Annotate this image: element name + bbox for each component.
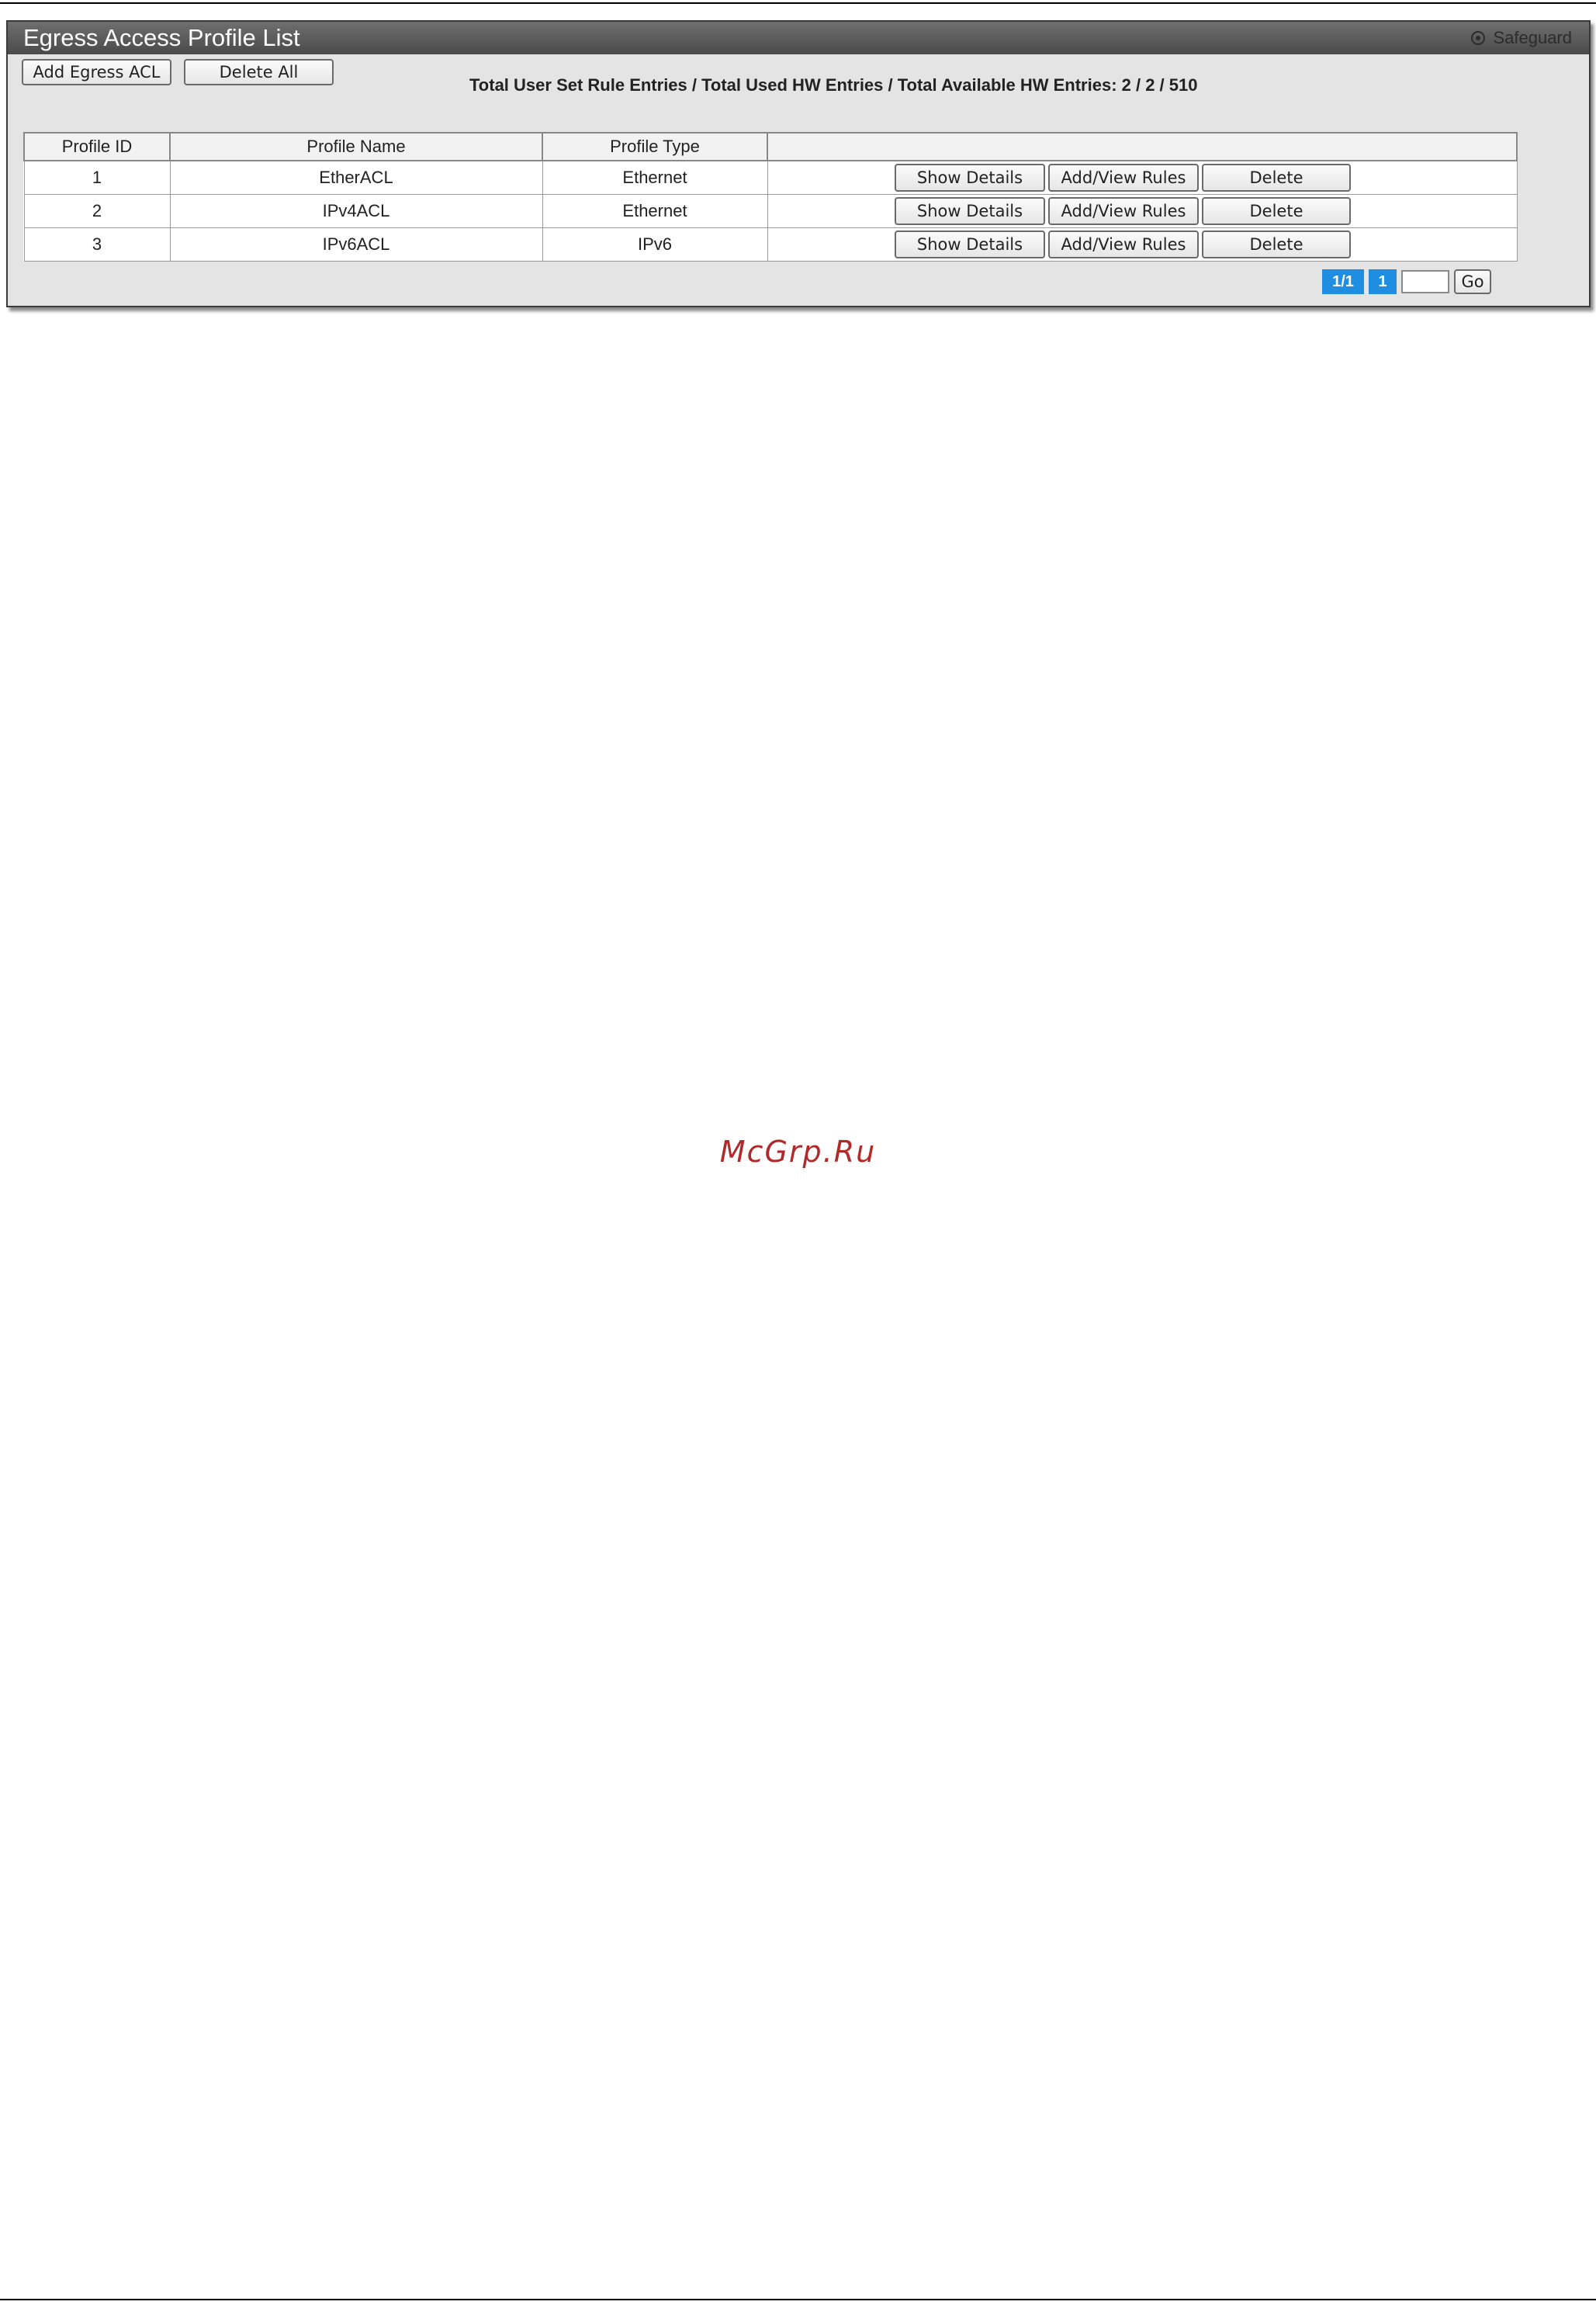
- actions-cell: Show Details Add/View Rules Delete: [767, 194, 1518, 228]
- table-row: 1 EtherACL Ethernet Show Details Add/Vie…: [23, 160, 1518, 195]
- header-profile-name: Profile Name: [169, 132, 543, 161]
- page-bottom-rule: [0, 2299, 1596, 2300]
- header-profile-id: Profile ID: [23, 132, 171, 161]
- safeguard-indicator: Safeguard: [1471, 28, 1572, 48]
- show-details-button[interactable]: Show Details: [895, 164, 1045, 192]
- safeguard-label: Safeguard: [1493, 28, 1572, 47]
- header-actions: [767, 132, 1518, 161]
- table-row: 3 IPv6ACL IPv6 Show Details Add/View Rul…: [23, 227, 1518, 262]
- title-bar: Egress Access Profile List Safeguard: [8, 22, 1589, 54]
- profile-type-cell: Ethernet: [542, 194, 768, 228]
- profile-id-cell: 1: [23, 160, 171, 195]
- profile-name-cell: IPv6ACL: [169, 227, 543, 262]
- profile-name-cell: EtherACL: [169, 160, 543, 195]
- hw-entries-summary: Total User Set Rule Entries / Total Used…: [469, 75, 1198, 95]
- page-count-badge: 1/1: [1322, 269, 1364, 294]
- header-profile-type: Profile Type: [542, 132, 768, 161]
- page-link-1[interactable]: 1: [1369, 269, 1397, 294]
- profile-id-cell: 3: [23, 227, 171, 262]
- show-details-button[interactable]: Show Details: [895, 230, 1045, 258]
- delete-button[interactable]: Delete: [1202, 164, 1351, 192]
- actions-cell: Show Details Add/View Rules Delete: [767, 160, 1518, 195]
- add-view-rules-button[interactable]: Add/View Rules: [1048, 164, 1199, 192]
- panel-title: Egress Access Profile List: [23, 24, 300, 51]
- profile-name-cell: IPv4ACL: [169, 194, 543, 228]
- delete-button[interactable]: Delete: [1202, 197, 1351, 225]
- profile-id-cell: 2: [23, 194, 171, 228]
- delete-button[interactable]: Delete: [1202, 230, 1351, 258]
- watermark-text: McGrp.Ru: [719, 1135, 877, 1169]
- show-details-button[interactable]: Show Details: [895, 197, 1045, 225]
- page-top-rule: [0, 2, 1596, 4]
- safeguard-icon: [1471, 31, 1486, 45]
- profile-table: Profile ID Profile Name Profile Type 1 E…: [23, 132, 1518, 262]
- profile-type-cell: Ethernet: [542, 160, 768, 195]
- egress-access-profile-panel: Egress Access Profile List Safeguard Add…: [6, 20, 1591, 307]
- add-view-rules-button[interactable]: Add/View Rules: [1048, 230, 1199, 258]
- add-view-rules-button[interactable]: Add/View Rules: [1048, 197, 1199, 225]
- delete-all-button[interactable]: Delete All: [184, 59, 334, 85]
- table-row: 2 IPv4ACL Ethernet Show Details Add/View…: [23, 194, 1518, 228]
- pagination: 1/1 1 Go: [1322, 269, 1491, 294]
- add-egress-acl-button[interactable]: Add Egress ACL: [22, 59, 171, 85]
- table-header-row: Profile ID Profile Name Profile Type: [23, 132, 1518, 161]
- profile-type-cell: IPv6: [542, 227, 768, 262]
- actions-cell: Show Details Add/View Rules Delete: [767, 227, 1518, 262]
- go-button[interactable]: Go: [1454, 269, 1491, 294]
- page-number-input[interactable]: [1401, 270, 1449, 293]
